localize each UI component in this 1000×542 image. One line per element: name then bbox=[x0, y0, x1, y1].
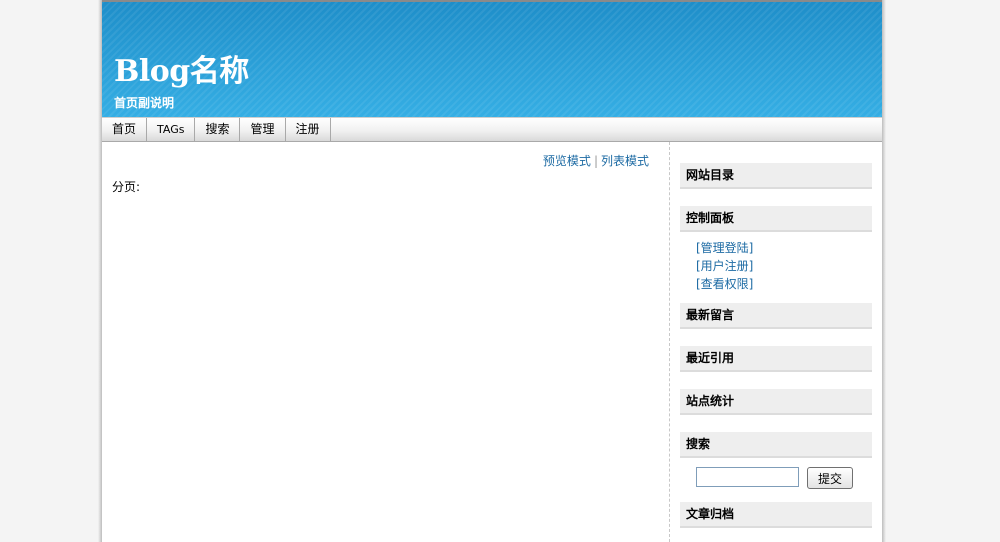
widget-title-site-directory: 网站目录 bbox=[680, 163, 872, 189]
main-content: 预览模式 | 列表模式 分页: bbox=[102, 142, 670, 542]
admin-login-link[interactable]: [管理登陆] bbox=[696, 239, 753, 256]
user-register-link[interactable]: [用户注册] bbox=[696, 257, 753, 274]
widget-title-search: 搜索 bbox=[680, 432, 872, 458]
search-submit-button[interactable]: 提交 bbox=[807, 467, 853, 489]
widget-title-control-panel: 控制面板 bbox=[680, 206, 872, 232]
widget-title-site-stats: 站点统计 bbox=[680, 389, 872, 415]
widget-title-archives: 文章归档 bbox=[680, 502, 872, 528]
blog-header: Blog名称 首页副说明 bbox=[102, 0, 882, 117]
nav-item-search[interactable]: 搜索 bbox=[195, 118, 241, 141]
page-right-shadow bbox=[882, 0, 886, 542]
nav-item-home[interactable]: 首页 bbox=[102, 118, 148, 141]
nav-item-admin[interactable]: 管理 bbox=[240, 118, 286, 141]
nav-item-tags[interactable]: TAGs bbox=[147, 118, 196, 141]
preview-mode-link[interactable]: 预览模式 bbox=[543, 154, 591, 168]
view-mode-separator: | bbox=[593, 154, 598, 168]
view-permissions-link[interactable]: [查看权限] bbox=[696, 275, 753, 292]
sidebar: 网站目录 控制面板 [管理登陆] [用户注册] [查看权限] 最新留言 最近引用… bbox=[680, 142, 872, 542]
pagination-label: 分页: bbox=[112, 180, 141, 194]
blog-title[interactable]: Blog名称 bbox=[114, 54, 249, 90]
view-mode-switch: 预览模式 | 列表模式 bbox=[543, 152, 649, 169]
widget-title-recent-trackbacks: 最近引用 bbox=[680, 346, 872, 372]
list-mode-link[interactable]: 列表模式 bbox=[601, 154, 649, 168]
main-nav: 首页 TAGs 搜索 管理 注册 bbox=[102, 117, 882, 142]
sidebar-search-input[interactable] bbox=[696, 467, 799, 487]
nav-item-register[interactable]: 注册 bbox=[286, 118, 331, 141]
blog-subtitle: 首页副说明 bbox=[114, 96, 175, 110]
blog-page: Blog名称 首页副说明 首页 TAGs 搜索 管理 注册 预览模式 | 列表模式 … bbox=[102, 0, 882, 542]
widget-title-latest-comments: 最新留言 bbox=[680, 303, 872, 329]
